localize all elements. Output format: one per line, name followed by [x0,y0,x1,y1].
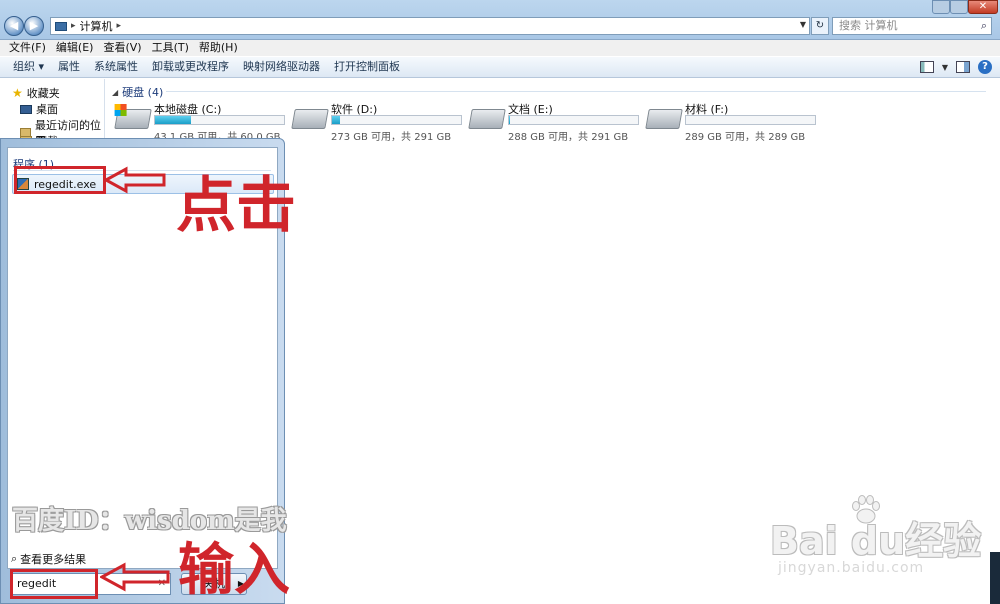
drive-usage-bar [508,115,639,125]
back-button[interactable]: ◀ [4,16,24,36]
drive-d[interactable]: 软件 (D:) 273 GB 可用，共 291 GB [291,101,468,143]
highlight-box-search [10,569,98,599]
group-title: 硬盘 (4) [122,86,164,99]
menu-bar: 文件(F) 编辑(E) 查看(V) 工具(T) 帮助(H) [0,40,1000,56]
search-input[interactable]: 搜索 计算机 ⌕ [832,17,992,35]
system-properties-button[interactable]: 系统属性 [87,57,145,77]
click-annotation-text: 点击 [176,171,296,241]
breadcrumb-computer[interactable]: 计算机 [80,18,113,34]
properties-button[interactable]: 属性 [51,57,87,77]
view-controls: ▼ ? [919,60,992,74]
organize-button[interactable]: 组织 ▾ [6,57,51,77]
forward-button[interactable]: ▶ [24,16,44,36]
nav-desktop[interactable]: 桌面 [20,101,58,117]
collapse-triangle-icon[interactable]: ◢ [112,88,118,97]
author-watermark: 百度ID：wisdom是我 [12,506,287,536]
breadcrumb-separator[interactable]: ▸ [71,21,76,31]
nav-favorites-label: 收藏夹 [26,87,60,100]
group-divider [166,91,986,92]
view-dropdown-icon[interactable]: ▼ [942,63,948,72]
preview-pane-icon[interactable] [956,61,970,73]
close-button[interactable]: ✕ [968,0,998,14]
drive-free-space: 273 GB 可用，共 291 GB [331,132,452,143]
back-arrow-icon: ◀ [9,19,19,32]
nav-favorites[interactable]: ★ 收藏夹 [12,85,60,101]
address-bar[interactable]: ▸ 计算机 ▸ ▼ [50,17,810,35]
baidu-jingyan-watermark: Bai du经验 jingyan.baidu.com [770,495,995,590]
taskbar-edge [990,552,1000,604]
maximize-button[interactable] [950,0,968,14]
address-dropdown-icon[interactable]: ▼ [800,20,806,29]
hard-disks-group-header[interactable]: ◢ 硬盘 (4) [112,84,163,100]
menu-view[interactable]: 查看(V) [98,40,146,56]
minimize-button[interactable] [932,0,950,14]
drive-free-space: 289 GB 可用，共 289 GB [685,132,806,143]
input-annotation-text: 输入 [178,537,290,603]
drive-free-space: 288 GB 可用，共 291 GB [508,132,629,143]
help-icon[interactable]: ? [978,60,992,74]
forward-arrow-icon: ▶ [29,19,39,32]
drive-usage-bar [154,115,285,125]
open-control-panel-button[interactable]: 打开控制面板 [327,57,407,77]
drive-e[interactable]: 文档 (E:) 288 GB 可用，共 291 GB [468,101,645,143]
menu-tools[interactable]: 工具(T) [147,40,194,56]
breadcrumb-separator[interactable]: ▸ [117,21,122,31]
more-results-label: 查看更多结果 [20,553,87,566]
change-view-icon[interactable] [919,61,934,73]
nav-desktop-label: 桌面 [36,103,58,116]
command-bar: 组织 ▾ 属性 系统属性 卸载或更改程序 映射网络驱动器 打开控制面板 ▼ ? [0,56,1000,78]
desktop-icon [20,104,32,114]
input-arrow-icon [100,562,170,592]
drive-icon [291,109,329,129]
drive-usage-bar [685,115,816,125]
drive-icon [645,109,683,129]
search-icon: ⌕ [980,19,987,32]
computer-icon [55,21,67,31]
refresh-button[interactable]: ↻ [811,17,829,35]
drive-icon [468,109,506,129]
search-icon: ⌕ [11,552,18,565]
highlight-box-regedit [14,166,106,194]
baidu-url-text: jingyan.baidu.com [778,560,925,576]
uninstall-button[interactable]: 卸载或更改程序 [145,57,236,77]
menu-edit[interactable]: 编辑(E) [51,40,99,56]
title-bar: ◀ ▶ ▸ 计算机 ▸ ▼ ↻ 搜索 计算机 ⌕ ✕ [0,0,1000,40]
baidu-paw-icon [852,495,880,524]
menu-help[interactable]: 帮助(H) [194,40,243,56]
click-arrow-icon [104,166,166,194]
drive-c[interactable]: 本地磁盘 (C:) 43.1 GB 可用，共 60.0 GB [114,101,291,143]
search-placeholder: 搜索 计算机 [839,19,898,32]
map-network-drive-button[interactable]: 映射网络驱动器 [236,57,327,77]
drive-f[interactable]: 材料 (F:) 289 GB 可用，共 289 GB [645,101,822,143]
see-more-results-link[interactable]: ⌕ 查看更多结果 [11,551,86,567]
star-icon: ★ [12,86,23,100]
system-drive-icon [114,109,152,129]
drive-usage-bar [331,115,462,125]
menu-file[interactable]: 文件(F) [4,40,51,56]
